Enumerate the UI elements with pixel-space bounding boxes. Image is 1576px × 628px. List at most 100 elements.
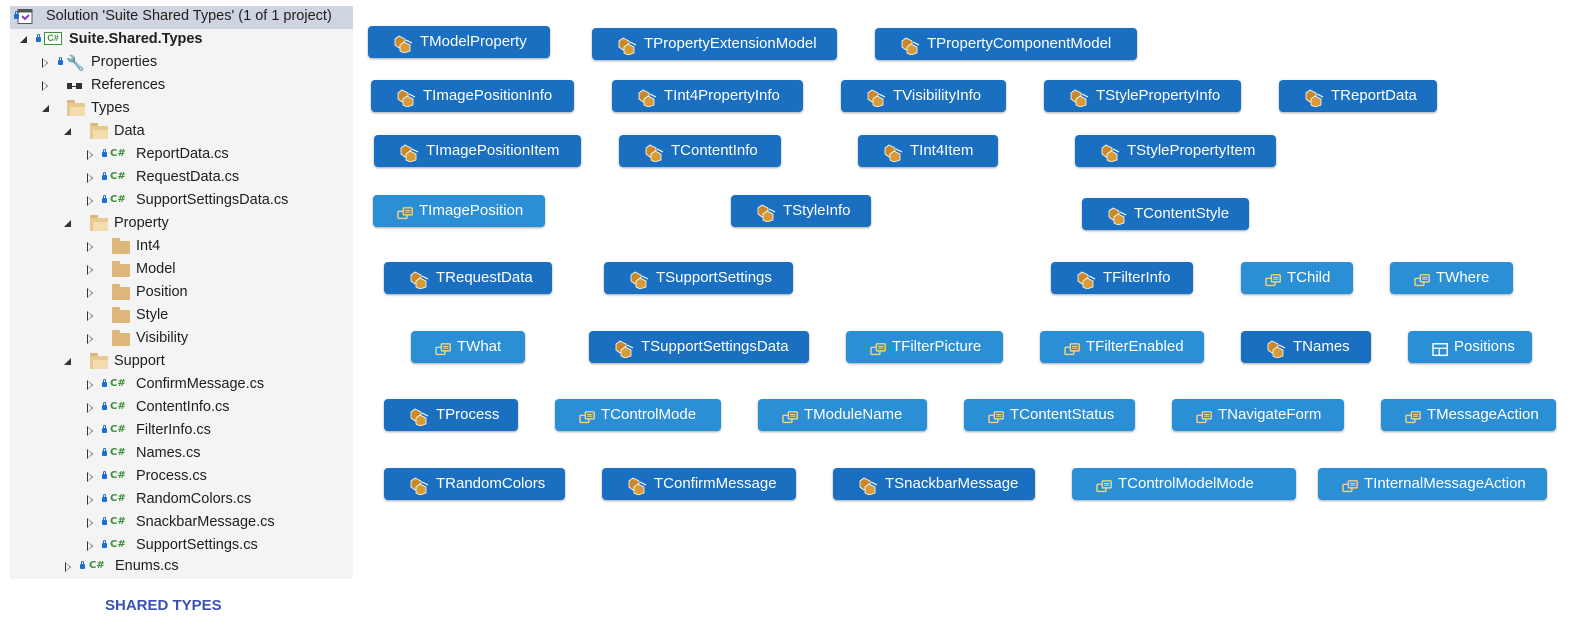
type-box-tnavigateform[interactable]: TNavigateForm: [1172, 399, 1344, 431]
type-box-twhat[interactable]: TWhat: [411, 331, 525, 363]
collapsed-arrow-icon[interactable]: [39, 52, 51, 75]
type-box-tint4item[interactable]: TInt4Item: [858, 135, 998, 167]
type-box-tprocess[interactable]: TProcess: [384, 399, 518, 431]
expanded-arrow-icon[interactable]: [62, 213, 74, 236]
enum-icon: [1342, 475, 1362, 493]
type-box-tvisibilityinfo[interactable]: TVisibilityInfo: [841, 80, 1006, 112]
type-box-tmessageaction[interactable]: TMessageAction: [1381, 399, 1556, 431]
type-box-trandomcolors[interactable]: TRandomColors: [384, 468, 565, 500]
type-box-tfilterinfo[interactable]: TFilterInfo: [1051, 262, 1193, 294]
tree-file-supportsettings[interactable]: C# SupportSettings.cs: [10, 535, 353, 558]
type-box-tcontentinfo[interactable]: TContentInfo: [619, 135, 781, 167]
tree-folder-support[interactable]: Support: [10, 351, 353, 374]
collapsed-arrow-icon[interactable]: [84, 282, 96, 305]
type-box-timagepositionitem[interactable]: TImagePositionItem: [374, 135, 581, 167]
type-box-timagepositioninfo[interactable]: TImagePositionInfo: [371, 80, 574, 112]
solution-node[interactable]: Solution 'Suite Shared Types' (1 of 1 pr…: [10, 6, 353, 29]
type-box-tfilterpicture[interactable]: TFilterPicture: [846, 331, 1003, 363]
type-box-tpropertyextensionmodel[interactable]: TPropertyExtensionModel: [592, 28, 837, 60]
type-box-tcontrolmodelmode[interactable]: TControlModelMode: [1072, 468, 1296, 500]
tree-file-reportdata[interactable]: C# ReportData.cs: [10, 144, 353, 167]
tree-item-label: Position: [136, 284, 188, 300]
collapsed-arrow-icon[interactable]: [84, 328, 96, 351]
type-box-tcontentstyle[interactable]: TContentStyle: [1082, 198, 1249, 230]
type-box-tmodulename[interactable]: TModuleName: [758, 399, 927, 431]
tree-folder-data[interactable]: Data: [10, 121, 353, 144]
type-name: TFilterEnabled: [1086, 338, 1184, 355]
tree-file-process[interactable]: C# Process.cs: [10, 466, 353, 489]
collapsed-arrow-icon[interactable]: [84, 167, 96, 190]
class-icon: [884, 142, 904, 163]
tree-file-names[interactable]: C# Names.cs: [10, 443, 353, 466]
collapsed-arrow-icon[interactable]: [84, 512, 96, 535]
collapsed-arrow-icon[interactable]: [84, 397, 96, 420]
type-box-trequestdata[interactable]: TRequestData: [384, 262, 552, 294]
collapsed-arrow-icon[interactable]: [84, 374, 96, 397]
type-box-treportdata[interactable]: TReportData: [1279, 80, 1437, 112]
class-icon: [1101, 142, 1121, 163]
tree-folder-model[interactable]: Model: [10, 259, 353, 282]
collapsed-arrow-icon[interactable]: [39, 75, 51, 98]
tree-folder-int4[interactable]: Int4: [10, 236, 353, 259]
enum-icon: [1265, 269, 1285, 287]
type-box-tfilterenabled[interactable]: TFilterEnabled: [1040, 331, 1204, 363]
type-box-tstylepropertyinfo[interactable]: TStylePropertyInfo: [1044, 80, 1241, 112]
tree-file-snackbarmessage[interactable]: C# SnackbarMessage.cs: [10, 512, 353, 535]
tree-item-references[interactable]: References: [10, 75, 353, 98]
collapsed-arrow-icon[interactable]: [84, 489, 96, 512]
type-box-tint4propertyinfo[interactable]: TInt4PropertyInfo: [612, 80, 803, 112]
type-box-tsupportsettings[interactable]: TSupportSettings: [604, 262, 793, 294]
tree-file-confirmmessage[interactable]: C# ConfirmMessage.cs: [10, 374, 353, 397]
collapsed-arrow-icon[interactable]: [84, 236, 96, 259]
type-box-tcontentstatus[interactable]: TContentStatus: [964, 399, 1135, 431]
collapsed-arrow-icon[interactable]: [84, 443, 96, 466]
csharp-file-icon: C#: [110, 516, 126, 527]
type-box-tconfirmmessage[interactable]: TConfirmMessage: [602, 468, 796, 500]
collapsed-arrow-icon[interactable]: [84, 144, 96, 167]
collapsed-arrow-icon[interactable]: [84, 420, 96, 443]
expanded-arrow-icon[interactable]: [62, 121, 74, 144]
folder-icon: [112, 284, 130, 300]
tree-folder-property[interactable]: Property: [10, 213, 353, 236]
collapsed-arrow-icon[interactable]: [84, 466, 96, 489]
tree-folder-position[interactable]: Position: [10, 282, 353, 305]
enum-icon: [870, 338, 890, 356]
collapsed-arrow-icon[interactable]: [84, 305, 96, 328]
type-box-tnames[interactable]: TNames: [1241, 331, 1371, 363]
tree-folder-visibility[interactable]: Visibility: [10, 328, 353, 351]
type-name: TControlModelMode: [1118, 475, 1254, 492]
expanded-arrow-icon[interactable]: [18, 29, 30, 52]
collapsed-arrow-icon[interactable]: [84, 259, 96, 282]
collapsed-arrow-icon[interactable]: [84, 190, 96, 213]
tree-file-supportsettingsdata[interactable]: C# SupportSettingsData.cs: [10, 190, 353, 213]
type-name: TInternalMessageAction: [1364, 475, 1526, 492]
enum-icon: [782, 406, 802, 424]
tree-file-contentinfo[interactable]: C# ContentInfo.cs: [10, 397, 353, 420]
type-name: TRandomColors: [436, 475, 546, 492]
type-box-tmodelproperty[interactable]: TModelProperty: [368, 26, 550, 58]
type-box-tsnackbarmessage[interactable]: TSnackbarMessage: [833, 468, 1035, 500]
tree-file-filterinfo[interactable]: C# FilterInfo.cs: [10, 420, 353, 443]
project-node[interactable]: C# Suite.Shared.Types: [10, 29, 353, 52]
tree-folder-style[interactable]: Style: [10, 305, 353, 328]
expanded-arrow-icon[interactable]: [62, 351, 74, 374]
tree-file-requestdata[interactable]: C# RequestData.cs: [10, 167, 353, 190]
tree-item-properties[interactable]: 🔧 Properties: [10, 52, 353, 75]
type-box-tsupportsettingsdata[interactable]: TSupportSettingsData: [589, 331, 809, 363]
tree-file-randomcolors[interactable]: C# RandomColors.cs: [10, 489, 353, 512]
type-box-tstyleinfo[interactable]: TStyleInfo: [731, 195, 871, 227]
collapsed-arrow-icon[interactable]: [84, 535, 96, 558]
type-box-tinternalmessageaction[interactable]: TInternalMessageAction: [1318, 468, 1547, 500]
type-box-tstylepropertyitem[interactable]: TStylePropertyItem: [1075, 135, 1276, 167]
tree-file-enums[interactable]: C# Enums.cs: [10, 556, 353, 579]
collapsed-arrow-icon[interactable]: [62, 556, 74, 579]
type-box-tcontrolmode[interactable]: TControlMode: [555, 399, 721, 431]
open-folder-icon: [90, 353, 108, 369]
tree-folder-types[interactable]: Types: [10, 98, 353, 121]
type-box-twhere[interactable]: TWhere: [1390, 262, 1513, 294]
expanded-arrow-icon[interactable]: [40, 98, 52, 121]
type-box-tpropertycomponentmodel[interactable]: TPropertyComponentModel: [875, 28, 1137, 60]
type-box-tchild[interactable]: TChild: [1241, 262, 1353, 294]
type-box-positions[interactable]: Positions: [1408, 331, 1532, 363]
type-box-timageposition[interactable]: TImagePosition: [373, 195, 545, 227]
